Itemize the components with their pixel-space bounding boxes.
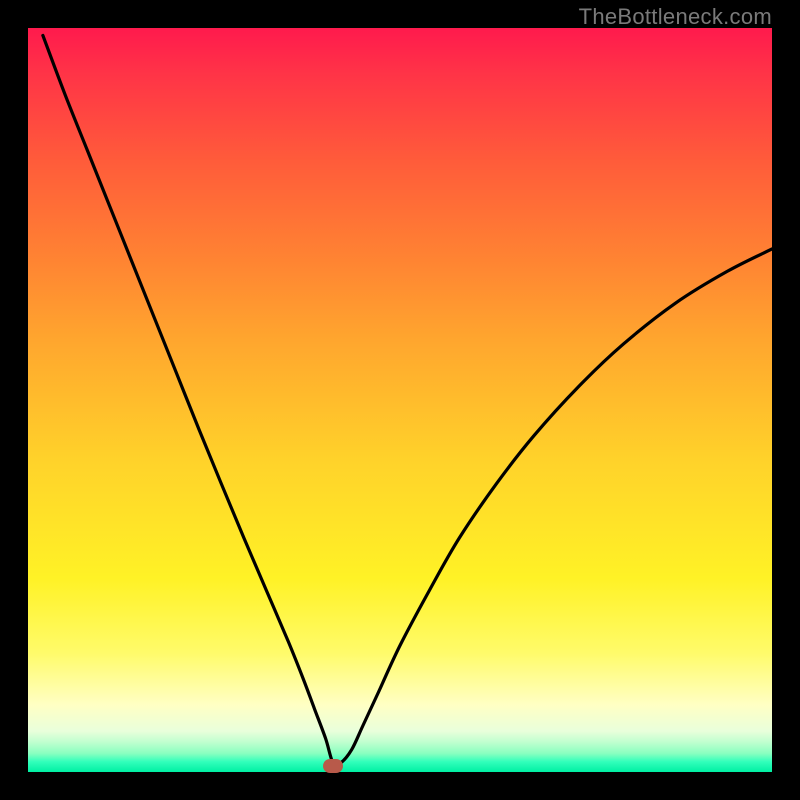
curve-svg (28, 28, 772, 772)
bottleneck-curve (43, 35, 772, 765)
plot-area (28, 28, 772, 772)
chart-frame: TheBottleneck.com (0, 0, 800, 800)
optimum-marker (323, 759, 343, 773)
watermark-text: TheBottleneck.com (579, 4, 772, 30)
